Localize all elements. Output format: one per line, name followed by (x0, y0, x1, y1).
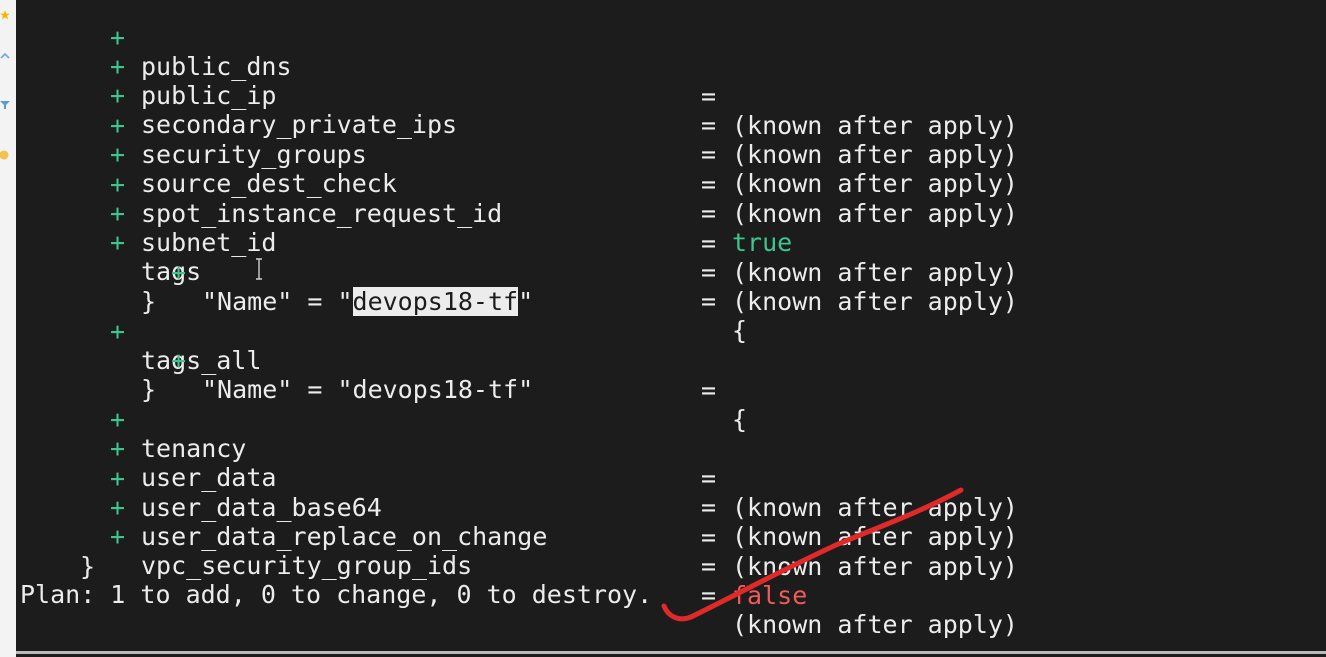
equals-sign: = (701, 81, 717, 111)
added-marker: + (171, 257, 187, 287)
close-brace: } (141, 286, 157, 316)
plan-attribute-line: + tenancy = (known after apply) (16, 375, 1018, 523)
attribute-key: tags_all (141, 346, 262, 375)
attribute-key: user_data_replace_on_change (141, 522, 548, 551)
left-toolbar-strip (0, 0, 17, 657)
plan-attribute-line: + secondary_private_ips = (known after a… (16, 51, 1018, 199)
attribute-key: public_dns (141, 52, 292, 81)
attribute-value: (known after apply) (732, 522, 1018, 551)
close-brace: } (141, 374, 157, 404)
boolean-true-value: true (732, 228, 793, 257)
plan-attribute-line: + tags_all = { (16, 287, 747, 435)
plan-attribute-line: + security_groups = (known after apply) (16, 81, 1018, 229)
attribute-key: secondary_private_ips (141, 110, 458, 139)
star-icon[interactable] (0, 10, 10, 20)
added-marker: + (110, 227, 126, 257)
attribute-value: (known after apply) (732, 140, 1018, 169)
plan-attribute-line: + spot_instance_request_id = (known afte… (16, 140, 1018, 288)
boolean-false-value: false (732, 581, 808, 610)
attribute-key: user_data_base64 (141, 493, 382, 522)
added-marker: + (110, 198, 126, 228)
attribute-key: vpc_security_group_ids (141, 551, 473, 580)
open-brace: { (732, 316, 748, 345)
arrow-icon[interactable] (0, 52, 10, 62)
attribute-value: (known after apply) (732, 493, 1018, 522)
bottom-divider (16, 651, 1326, 654)
tag-quote: " (518, 287, 534, 316)
attribute-key: user_data (141, 463, 277, 492)
attribute-value: (known after apply) (732, 258, 1018, 287)
attribute-key: public_ip (141, 81, 277, 110)
added-marker: + (110, 110, 126, 140)
attribute-value: (known after apply) (732, 552, 1018, 581)
added-marker: + (110, 139, 126, 169)
terminal-output[interactable]: + public_dns = (known after apply) + pub… (16, 0, 1326, 657)
circle-icon[interactable] (0, 150, 10, 160)
close-brace-line: } (16, 257, 156, 316)
plan-attribute-line: + user_data_replace_on_change = false (16, 463, 807, 611)
equals-sign: = (701, 463, 717, 493)
equals-sign: = (701, 551, 717, 581)
equals-sign: = (701, 139, 717, 169)
added-marker: + (110, 316, 126, 346)
plan-attribute-line: + subnet_id = (known after apply) (16, 169, 1018, 317)
tag-entry-line: + "Name" = "devops18-tf" (16, 316, 533, 405)
tag-entry-text: "Name" = "devops18-tf" (202, 375, 534, 404)
close-brace-line: } (16, 522, 95, 581)
equals-sign: = (701, 375, 717, 405)
equals-sign: = (701, 492, 717, 522)
attribute-value: (known after apply) (732, 111, 1018, 140)
added-marker: + (110, 404, 126, 434)
plan-attribute-line: + user_data = (known after apply) (16, 404, 1018, 552)
added-marker: + (110, 492, 126, 522)
added-marker: + (110, 463, 126, 493)
equals-sign: = (701, 169, 717, 199)
attribute-value: (known after apply) (732, 199, 1018, 228)
filter-icon[interactable] (0, 100, 10, 110)
plan-attribute-line: + public_dns = (known after apply) (16, 0, 1018, 141)
added-marker: + (110, 169, 126, 199)
equals-sign: = (701, 286, 717, 316)
equals-sign: = (701, 228, 717, 258)
close-brace-line: } (16, 345, 156, 404)
selected-text[interactable]: devops18-tf (352, 287, 519, 316)
equals-sign: = (701, 257, 717, 287)
plan-summary: Plan: 1 to add, 0 to change, 0 to destro… (20, 580, 653, 609)
equals-sign: = (701, 110, 717, 140)
attribute-key: subnet_id (141, 228, 277, 257)
text-cursor-icon (256, 258, 262, 280)
open-brace: { (732, 405, 748, 434)
added-marker: + (110, 521, 126, 551)
added-marker: + (110, 80, 126, 110)
equals-sign: = (701, 580, 717, 610)
attribute-key: spot_instance_request_id (141, 199, 503, 228)
added-marker: + (110, 51, 126, 81)
added-marker: + (171, 345, 187, 375)
attribute-value: (known after apply) (732, 287, 1018, 316)
plan-attribute-line: + tags = { (16, 198, 747, 346)
plan-attribute-line: + vpc_security_group_ids = (known after … (16, 492, 1018, 640)
close-brace: } (80, 551, 96, 581)
added-marker: + (110, 433, 126, 463)
plan-attribute-line: + source_dest_check = true (16, 110, 792, 258)
plan-attribute-line: + public_ip = (known after apply) (16, 22, 1018, 170)
tag-entry-line: + "Name" = "devops18-tf" (16, 228, 533, 316)
equals-sign: = (701, 198, 717, 228)
equals-sign: = (701, 522, 717, 552)
tag-entry-text: "Name" = "devops18-tf" (202, 287, 533, 317)
tag-key-text: "Name" = " (202, 287, 353, 316)
attribute-value: (known after apply) (732, 169, 1018, 198)
attribute-key: tenancy (141, 434, 247, 463)
attribute-key: security_groups (141, 140, 367, 169)
attribute-value: (known after apply) (732, 610, 1018, 639)
added-marker: + (110, 22, 126, 52)
attribute-key: source_dest_check (141, 169, 397, 198)
plan-attribute-line: + user_data_base64 = (known after apply) (16, 434, 1018, 582)
